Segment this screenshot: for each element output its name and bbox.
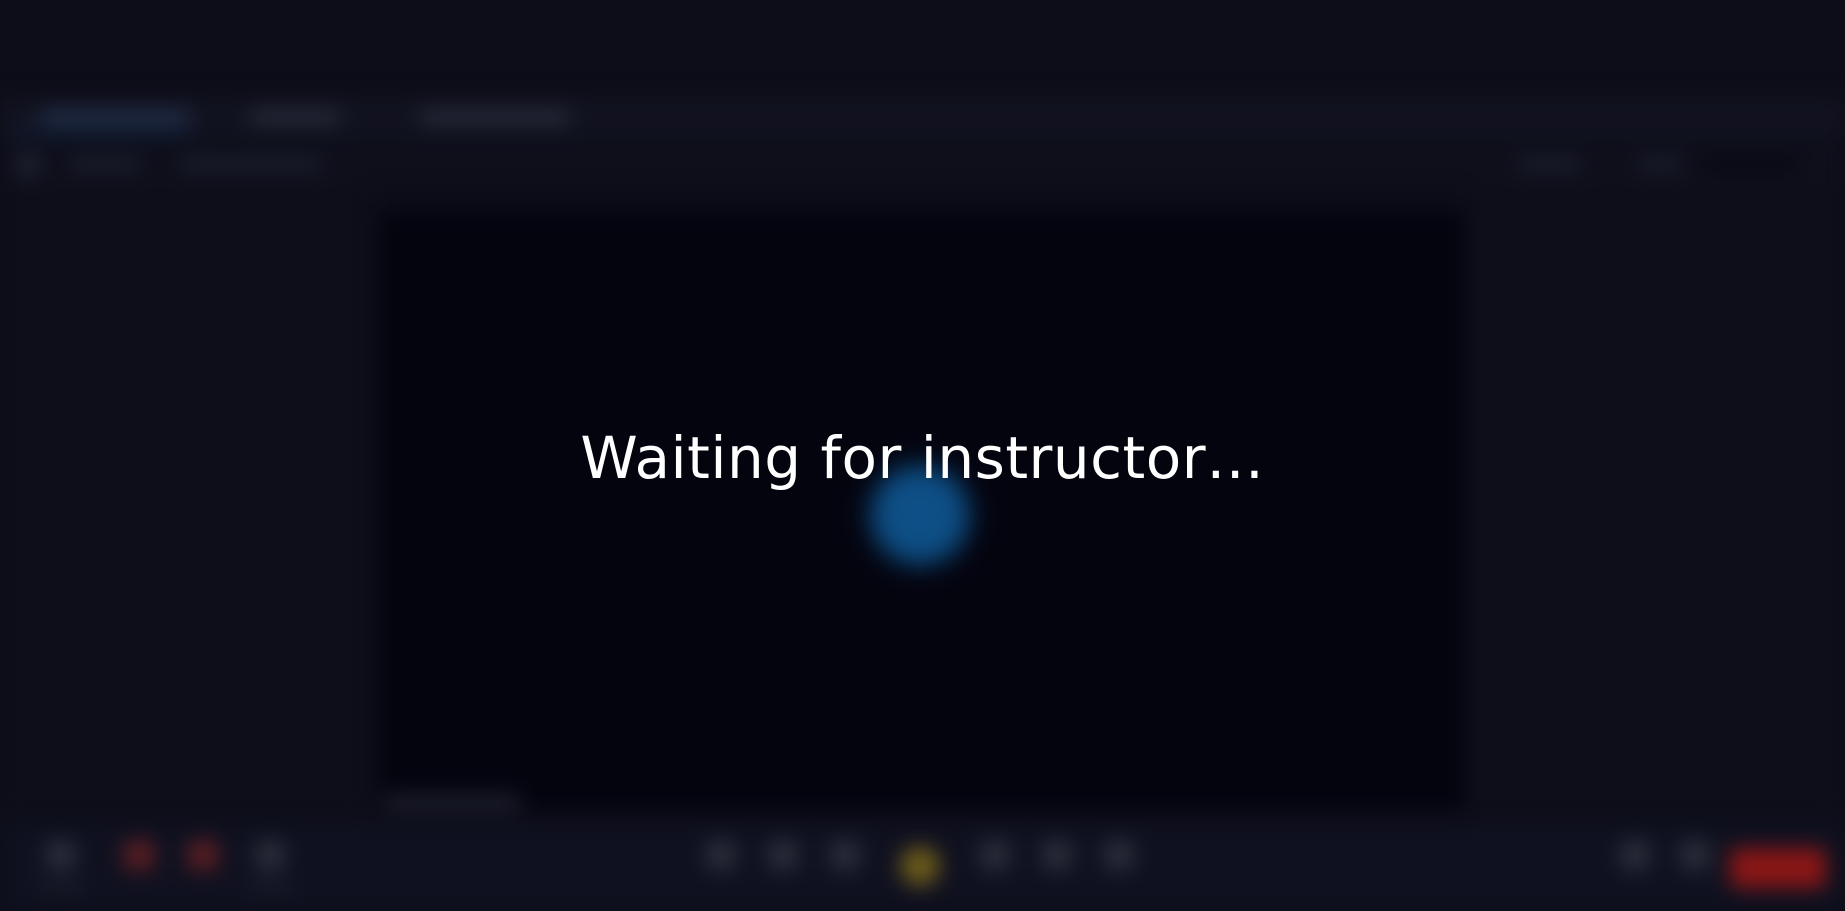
tool-label [38,884,84,892]
leave-button[interactable] [1730,848,1826,888]
blurred-background-app [0,0,1845,911]
breadcrumb-item[interactable] [180,158,320,170]
share-screen-icon[interactable] [706,840,736,870]
tool-label [247,884,293,892]
header-control[interactable] [1640,158,1680,170]
reactions-icon[interactable] [980,840,1010,870]
record-icon[interactable] [1042,840,1072,870]
tab-active[interactable] [40,110,190,124]
participants-icon[interactable] [768,840,798,870]
video-caption [385,795,520,809]
header-control[interactable] [1520,158,1580,170]
loading-spinner-icon [870,465,970,565]
raise-hand-icon[interactable] [900,846,940,886]
app-root: Waiting for instructor… [0,0,1845,911]
breadcrumb-item[interactable] [70,158,140,170]
header-control[interactable] [1700,158,1800,170]
settings-icon[interactable] [255,840,285,870]
camera-off-icon[interactable] [188,840,218,870]
left-panel [0,186,370,816]
layout-icon[interactable] [1620,840,1650,870]
mic-icon[interactable] [46,840,76,870]
right-panel [1465,186,1845,816]
chat-icon[interactable] [830,840,860,870]
active-tab-indicator [10,132,190,135]
tab-second[interactable] [250,110,340,124]
fullscreen-icon[interactable] [1680,840,1710,870]
more-icon[interactable] [1104,840,1134,870]
tab-third[interactable] [420,110,570,124]
avatar [14,152,42,178]
mic-muted-icon[interactable] [124,840,154,870]
